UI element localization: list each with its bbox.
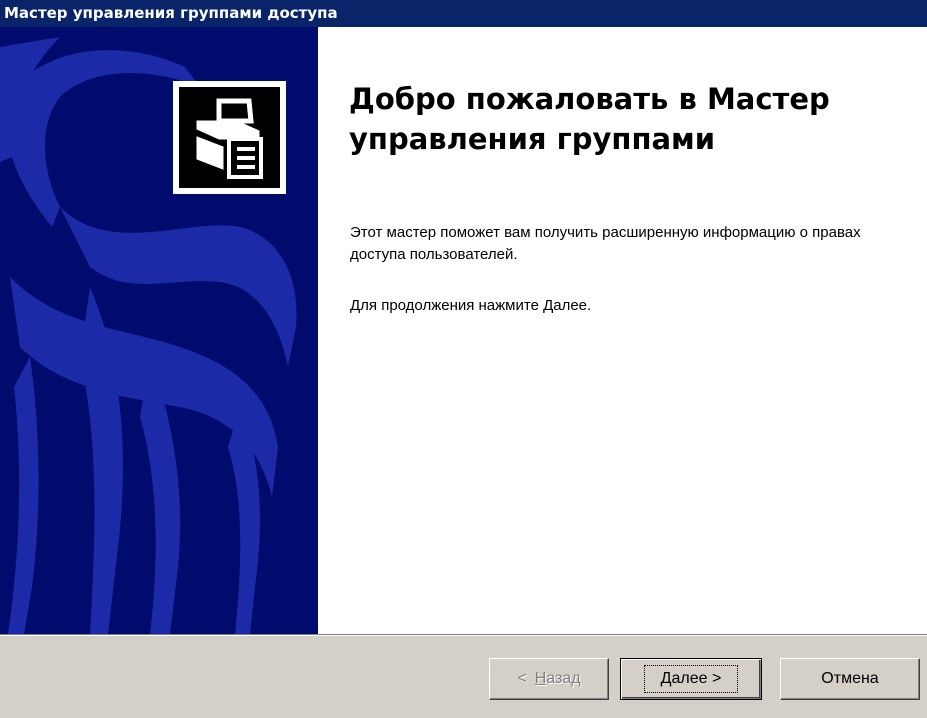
next-button-focus: Далее > <box>643 665 739 693</box>
back-button[interactable]: < Назад <box>489 658 609 700</box>
cancel-button[interactable]: Отмена <box>780 658 920 700</box>
wizard-side-panel <box>0 27 318 634</box>
wizard-window: Мастер управления группами доступа Добро… <box>0 0 927 718</box>
title-bar[interactable]: Мастер управления группами доступа <box>0 0 927 27</box>
continue-instruction: Для продолжения нажмите Далее. <box>350 297 592 314</box>
next-button[interactable]: Далее > <box>620 658 762 700</box>
wizard-computer-icon <box>173 81 286 194</box>
welcome-heading: Добро пожаловать в Мастер управления гру… <box>349 82 830 156</box>
button-bar: < Назад Далее > Отмена <box>0 636 927 718</box>
description-text: Этот мастер поможет вам получить расшире… <box>350 224 861 263</box>
wizard-content: Добро пожаловать в Мастер управления гру… <box>318 27 927 634</box>
window-title: Мастер управления группами доступа <box>4 4 338 22</box>
